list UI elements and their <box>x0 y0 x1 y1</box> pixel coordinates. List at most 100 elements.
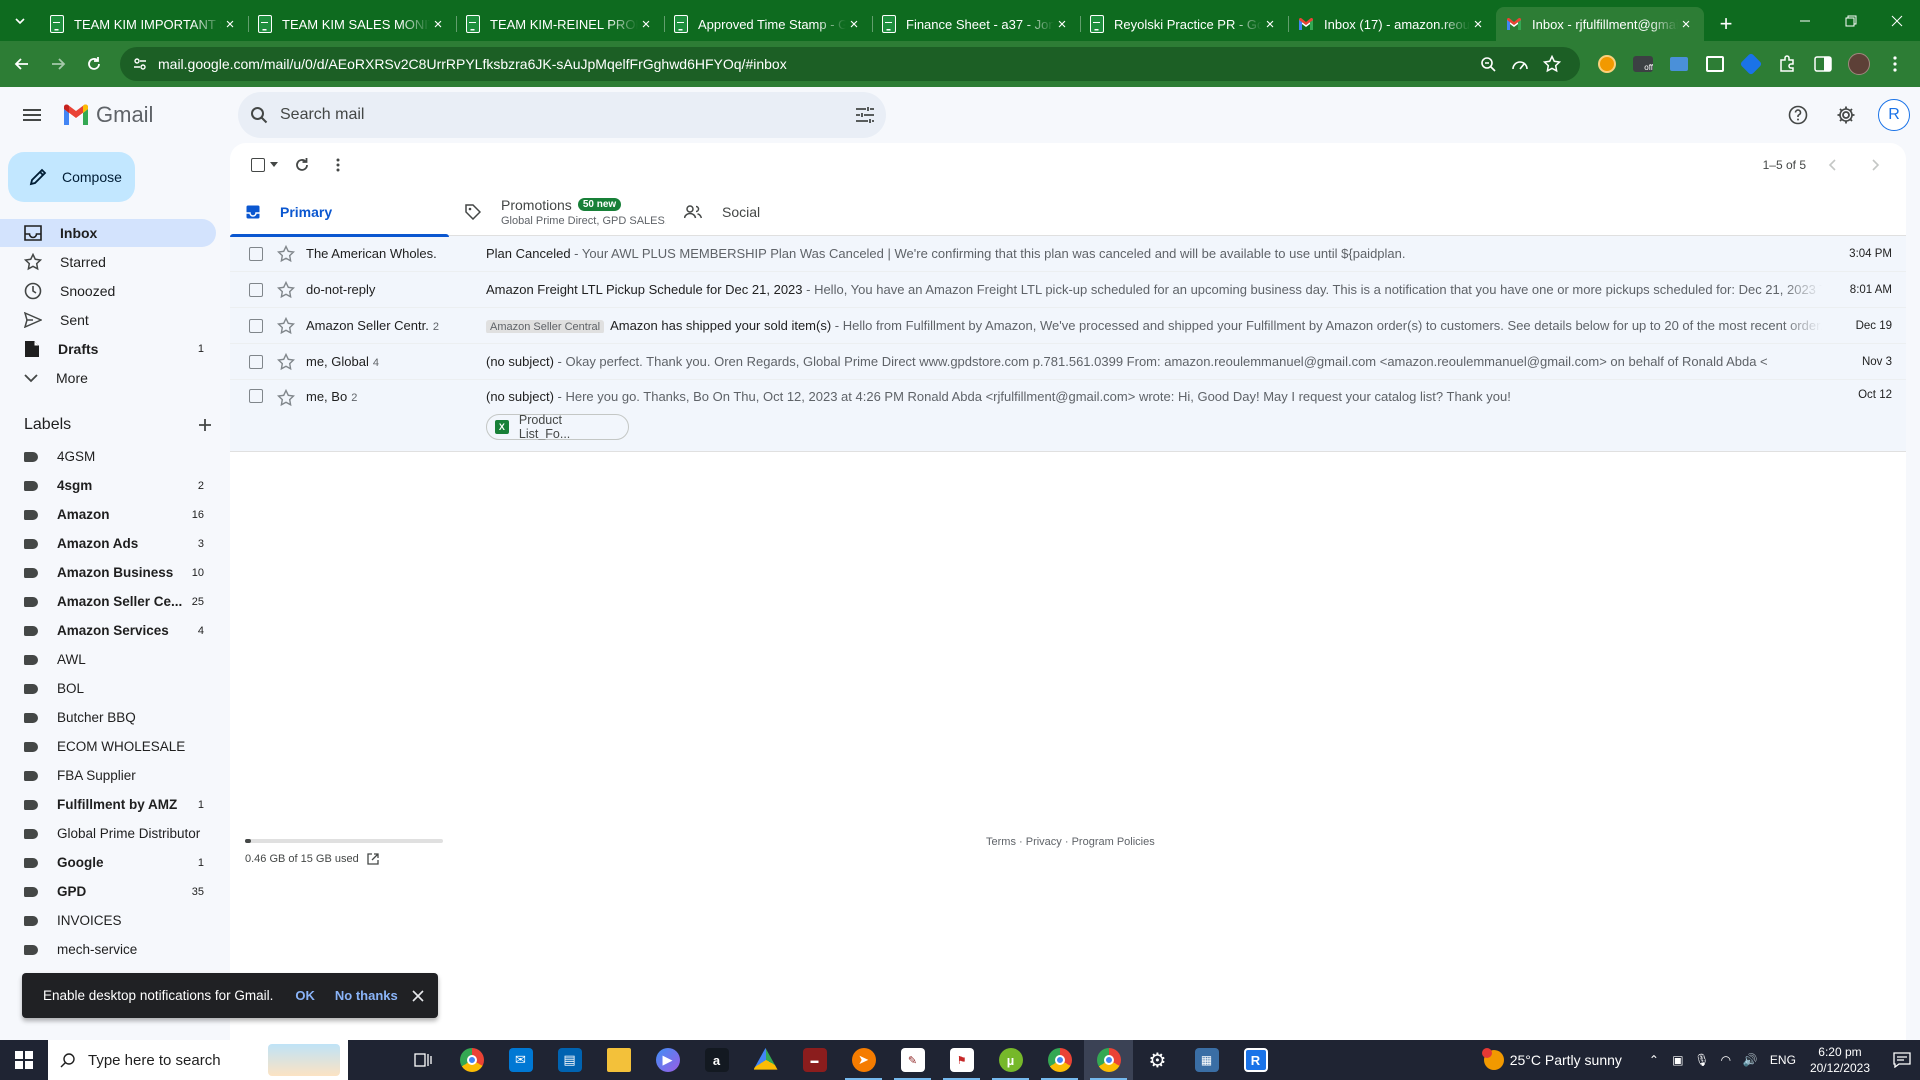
clock[interactable]: 6:20 pm 20/12/2023 <box>1810 1044 1870 1076</box>
plus-icon[interactable] <box>198 418 212 432</box>
star-icon[interactable] <box>277 280 295 299</box>
taskbar-google-drive-icon[interactable] <box>741 1040 790 1080</box>
network-icon[interactable]: ◠ <box>1714 1053 1738 1067</box>
sidebar-label[interactable]: ECOM WHOLESALE <box>0 732 216 761</box>
email-content[interactable]: Amazon Seller Central Amazon has shipped … <box>486 318 1822 333</box>
close-tab-icon[interactable]: × <box>1678 16 1694 33</box>
toast-ok-button[interactable]: OK <box>295 988 315 1003</box>
more-actions-button[interactable] <box>320 147 356 183</box>
sidebar-label[interactable]: 4sgm 2 <box>0 471 216 500</box>
compose-button[interactable]: Compose <box>8 152 135 202</box>
taskbar-chrome-icon[interactable] <box>447 1040 496 1080</box>
taskbar-chrome-profile-icon[interactable] <box>1035 1040 1084 1080</box>
taskbar-telegram-icon[interactable]: ➤ <box>839 1040 888 1080</box>
taskbar-store-icon[interactable]: ▤ <box>545 1040 594 1080</box>
tab-social[interactable]: Social <box>668 187 887 236</box>
taskbar-file-explorer-icon[interactable] <box>594 1040 643 1080</box>
sidebar-label[interactable]: AWL <box>0 645 216 674</box>
star-icon[interactable] <box>277 316 295 335</box>
extensions-puzzle-icon[interactable] <box>1772 49 1802 79</box>
browser-tab[interactable]: Finance Sheet - a37 - Jona × <box>872 7 1080 41</box>
browser-tab[interactable]: Inbox (17) - amazon.reoulemm × <box>1288 7 1496 41</box>
toast-close-icon[interactable] <box>412 989 424 1002</box>
volume-icon[interactable]: 🔊 <box>1738 1053 1762 1067</box>
sidebar-label[interactable]: Google 1 <box>0 848 216 877</box>
site-info-icon[interactable] <box>132 56 148 72</box>
restore-button[interactable] <box>1828 0 1874 41</box>
toast-no-thanks-button[interactable]: No thanks <box>335 988 398 1003</box>
sidebar-item-snoozed[interactable]: Snoozed <box>0 277 216 305</box>
table-row[interactable]: do-not-reply Amazon Freight LTL Pickup S… <box>230 272 1906 308</box>
program-policies-link[interactable]: Program Policies <box>1072 836 1155 848</box>
extension-chart-icon[interactable] <box>1700 49 1730 79</box>
sidebar-label[interactable]: Butcher BBQ <box>0 703 216 732</box>
tab-search-button[interactable] <box>0 0 40 41</box>
table-row[interactable]: The American Wholes. Plan Canceled - You… <box>230 236 1906 272</box>
tab-primary[interactable]: Primary <box>230 187 449 237</box>
language-indicator[interactable]: ENG <box>1770 1053 1796 1067</box>
sidebar-item-inbox[interactable]: Inbox <box>0 219 216 247</box>
taskbar-media-icon[interactable]: ▶ <box>643 1040 692 1080</box>
privacy-link[interactable]: Privacy <box>1026 836 1062 848</box>
select-all-checkbox[interactable] <box>244 147 284 183</box>
search-input[interactable] <box>280 106 856 124</box>
browser-menu-icon[interactable] <box>1880 49 1910 79</box>
taskbar-search[interactable]: Type here to search <box>48 1040 348 1080</box>
gmail-logo[interactable]: Gmail <box>62 102 232 128</box>
show-hidden-icons[interactable]: ⌃ <box>1642 1053 1666 1067</box>
extension-blue-icon[interactable] <box>1664 49 1694 79</box>
close-tab-icon[interactable]: × <box>1054 16 1070 33</box>
taskbar-image-app-2-icon[interactable]: ⚑ <box>937 1040 986 1080</box>
close-window-button[interactable] <box>1874 0 1920 41</box>
address-bar[interactable]: mail.google.com/mail/u/0/d/AEoRXRSv2C8Ur… <box>120 47 1580 81</box>
start-button[interactable] <box>0 1040 48 1080</box>
sidebar-item-more[interactable]: More <box>0 364 216 392</box>
row-checkbox[interactable] <box>249 282 263 297</box>
weather-widget[interactable]: 25°C Partly sunny <box>1481 1048 1622 1070</box>
sidebar-label[interactable]: 4GSM <box>0 442 216 471</box>
email-content[interactable]: (no subject) - Here you go. Thanks, Bo O… <box>486 389 1822 404</box>
forward-button[interactable] <box>42 48 74 80</box>
sidebar-label[interactable]: INVOICES <box>0 906 216 935</box>
newer-button[interactable] <box>1814 147 1850 183</box>
sidebar-label[interactable]: Global Prime Distributor <box>0 819 216 848</box>
sidebar-label[interactable]: Amazon 16 <box>0 500 216 529</box>
sidebar-label[interactable]: mech-service <box>0 935 216 964</box>
minimize-button[interactable] <box>1782 0 1828 41</box>
settings-button[interactable] <box>1826 95 1866 135</box>
terms-link[interactable]: Terms <box>986 836 1016 848</box>
main-menu-button[interactable] <box>8 91 56 139</box>
microphone-icon[interactable]: 🎙 <box>1690 1053 1714 1067</box>
sidebar-label[interactable]: GPD 35 <box>0 877 216 906</box>
star-icon[interactable] <box>277 352 295 371</box>
table-row[interactable]: me, Global 4 (no subject) - Okay perfect.… <box>230 344 1906 380</box>
tab-promotions[interactable]: Promotions 50 new Global Prime Direct, GP… <box>449 187 668 236</box>
extension-orange-icon[interactable] <box>1592 49 1622 79</box>
star-icon[interactable] <box>277 389 295 407</box>
refresh-button[interactable] <box>284 147 320 183</box>
taskbar-red-app-icon[interactable]: ▬ <box>790 1040 839 1080</box>
performance-icon[interactable] <box>1504 50 1536 78</box>
bookmark-star-icon[interactable] <box>1536 50 1568 78</box>
new-tab-button[interactable]: + <box>1708 7 1744 41</box>
task-view-button[interactable] <box>398 1040 447 1080</box>
sidebar-label[interactable]: Amazon Ads 3 <box>0 529 216 558</box>
email-label-chip[interactable]: Amazon Seller Central <box>486 320 605 333</box>
taskbar-r-app-icon[interactable]: R <box>1231 1040 1280 1080</box>
sidebar-item-drafts[interactable]: Drafts 1 <box>0 335 216 363</box>
sidebar-label[interactable]: Amazon Business 10 <box>0 558 216 587</box>
extension-off-icon[interactable]: off <box>1628 49 1658 79</box>
sidebar-item-sent[interactable]: Sent <box>0 306 216 334</box>
browser-tab[interactable]: Reyolski Practice PR - Google × <box>1080 7 1288 41</box>
notification-center-button[interactable] <box>1884 1040 1920 1080</box>
zoom-icon[interactable] <box>1472 50 1504 78</box>
taskbar-chrome-active-icon[interactable] <box>1084 1040 1133 1080</box>
sidebar-label[interactable]: BOL <box>0 674 216 703</box>
email-content[interactable]: Amazon Freight LTL Pickup Schedule for D… <box>486 282 1822 297</box>
close-tab-icon[interactable]: × <box>1262 16 1278 33</box>
reload-button[interactable] <box>78 48 110 80</box>
support-button[interactable] <box>1778 95 1818 135</box>
table-row[interactable]: me, Bo 2 (no subject) - Here you go. Than… <box>230 380 1906 452</box>
extension-puzzle-blue-icon[interactable] <box>1736 49 1766 79</box>
sidebar-label[interactable]: Fulfillment by AMZ 1 <box>0 790 216 819</box>
